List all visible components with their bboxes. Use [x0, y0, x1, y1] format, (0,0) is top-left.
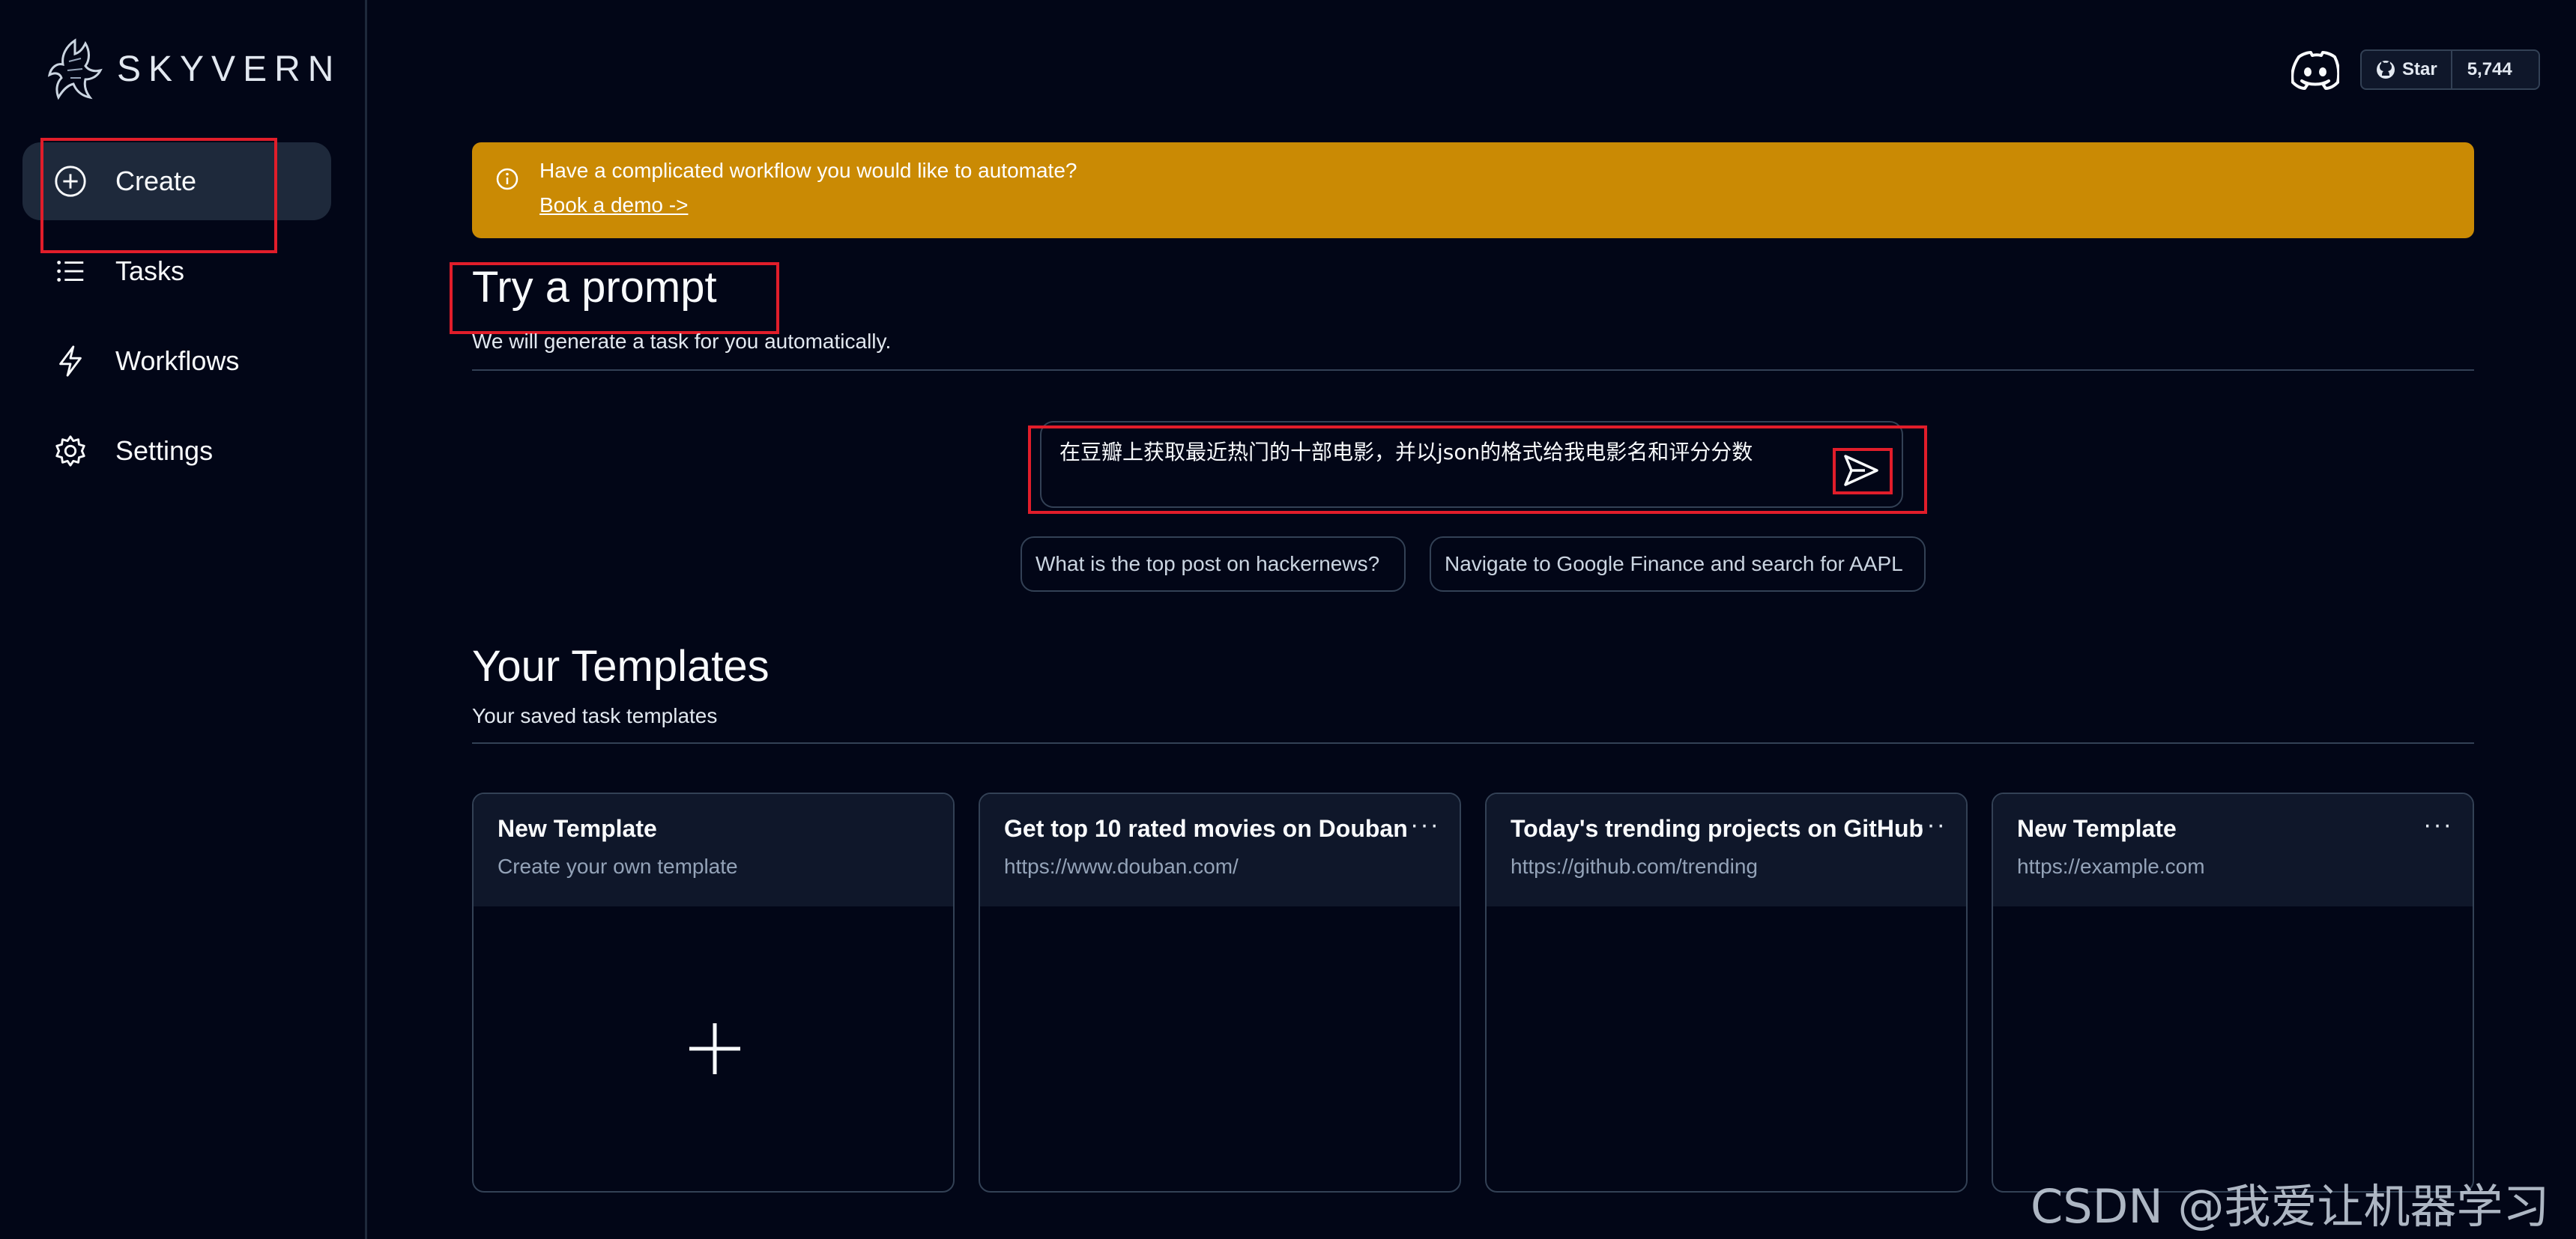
github-star-label: Star	[2402, 59, 2437, 79]
card-subtitle: https://github.com/trending	[1511, 855, 1758, 878]
github-icon	[2377, 61, 2395, 79]
plus-circle-icon	[52, 163, 88, 199]
card-header: Get top 10 rated movies on Douban https:…	[980, 794, 1460, 906]
sidebar-item-label: Tasks	[115, 255, 185, 286]
template-card-new[interactable]: New Template Create your own template	[472, 793, 955, 1193]
card-title: New Template	[498, 815, 657, 842]
sidebar-item-label: Settings	[115, 435, 214, 466]
sidebar: SKYVERN Create Tasks Workflows Settings	[0, 0, 367, 1239]
card-title: Today's trending projects on GitHub	[1511, 815, 1924, 842]
templates-subtitle: Your saved task templates	[472, 704, 718, 727]
gear-icon	[52, 433, 88, 469]
template-card-douban[interactable]: Get top 10 rated movies on Douban https:…	[979, 793, 1461, 1193]
watermark: CSDN @我爱让机器学习	[2031, 1179, 2550, 1234]
info-icon	[496, 168, 518, 190]
github-star[interactable]: Star	[2362, 51, 2452, 88]
prompt-input[interactable]: 在豆瓣上获取最近热门的十部电影，并以json的格式给我电影名和评分分数	[1040, 421, 1903, 508]
card-header: New Template Create your own template	[474, 794, 953, 906]
card-header: Today's trending projects on GitHub http…	[1487, 794, 1966, 906]
card-header: New Template https://example.com ···	[1993, 794, 2473, 906]
card-subtitle: https://www.douban.com/	[1004, 855, 1239, 878]
github-star-button[interactable]: Star 5,744	[2360, 49, 2540, 90]
brand-logo[interactable]: SKYVERN	[43, 36, 341, 102]
more-options-icon[interactable]: ···	[2423, 811, 2453, 840]
section-divider	[472, 742, 2474, 744]
try-prompt-title: Try a prompt	[472, 263, 717, 312]
banner-message: Have a complicated workflow you would li…	[539, 159, 1077, 182]
brand-name: SKYVERN	[117, 49, 342, 89]
suggestion-chip-hackernews[interactable]: What is the top post on hackernews?	[1021, 536, 1406, 592]
sidebar-item-settings[interactable]: Settings	[22, 412, 331, 490]
list-icon	[52, 253, 88, 289]
send-button[interactable]	[1834, 449, 1888, 491]
more-options-icon[interactable]: ···	[1917, 811, 1947, 840]
try-prompt-subtitle: We will generate a task for you automati…	[472, 330, 892, 353]
send-icon	[1844, 455, 1878, 486]
dragon-logo-icon	[47, 38, 103, 100]
templates-title: Your Templates	[472, 642, 770, 691]
sidebar-item-label: Workflows	[115, 345, 240, 376]
sidebar-item-create[interactable]: Create	[22, 142, 331, 220]
plus-icon	[689, 1023, 740, 1074]
template-card-example[interactable]: New Template https://example.com ···	[1992, 793, 2474, 1193]
card-subtitle: https://example.com	[2017, 855, 2205, 878]
sidebar-item-tasks[interactable]: Tasks	[22, 232, 331, 310]
book-demo-link[interactable]: Book a demo ->	[539, 193, 688, 217]
card-title: New Template	[2017, 815, 2177, 842]
card-title: Get top 10 rated movies on Douban	[1004, 815, 1408, 842]
card-subtitle: Create your own template	[498, 855, 738, 878]
promo-banner: Have a complicated workflow you would li…	[472, 142, 2474, 238]
lightning-icon	[52, 343, 88, 379]
github-star-count: 5,744	[2467, 59, 2512, 79]
sidebar-item-workflows[interactable]: Workflows	[22, 322, 331, 400]
discord-link[interactable]	[2291, 49, 2341, 90]
sidebar-item-label: Create	[115, 166, 197, 196]
more-options-icon[interactable]: ···	[1410, 811, 1440, 840]
template-card-github[interactable]: Today's trending projects on GitHub http…	[1485, 793, 1968, 1193]
section-divider	[472, 369, 2474, 371]
discord-icon	[2291, 51, 2341, 90]
suggestion-chip-google-finance[interactable]: Navigate to Google Finance and search fo…	[1430, 536, 1926, 592]
